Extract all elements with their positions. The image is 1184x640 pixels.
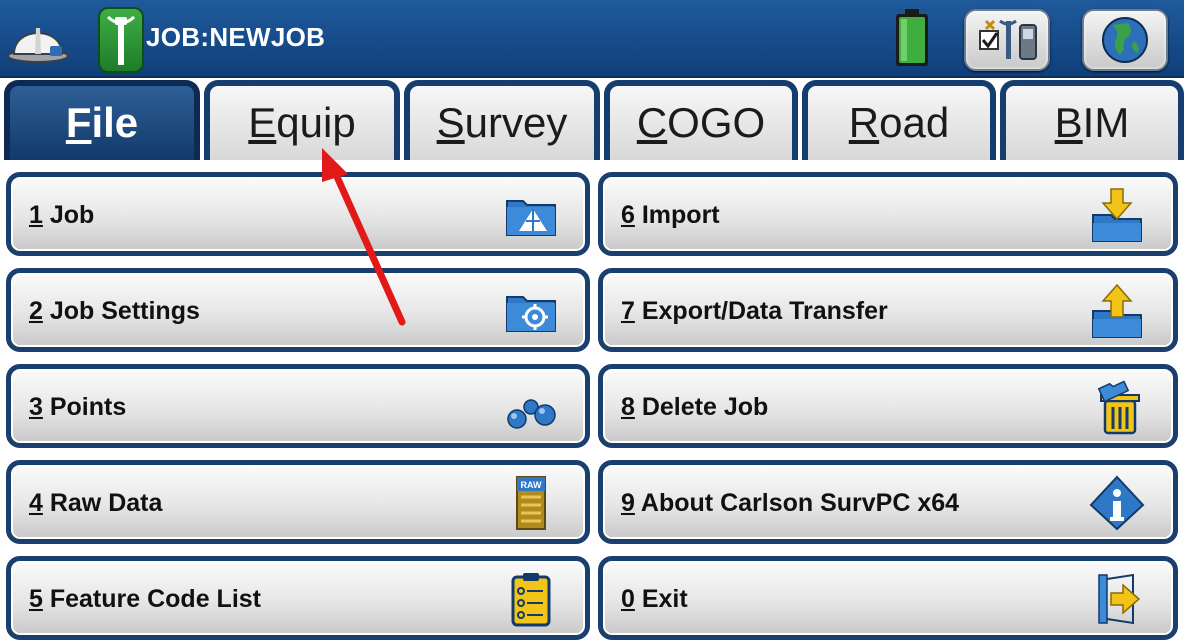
tab-cogo[interactable]: C OGO: [604, 80, 798, 160]
tab-road[interactable]: Road: [802, 80, 996, 160]
tab-equip-hotkey: E: [248, 99, 277, 146]
menu-button-export-data-transfer[interactable]: 7 Export/Data Transfer: [598, 268, 1178, 352]
menu-text: Feature Code List: [42, 585, 261, 613]
tab-survey-hotkey: S: [436, 99, 465, 146]
gps-antenna-icon: [106, 15, 136, 65]
menu-button-raw-data[interactable]: 4 Raw Data RAW: [6, 460, 590, 544]
file-menu-panel: 1 Job 2 Job Settings 3 Points 4 Raw Data…: [0, 164, 1184, 640]
tab-file-hotkey: F: [65, 99, 92, 146]
menu-button-about[interactable]: 9 About Carlson SurvPC x64: [598, 460, 1178, 544]
globe-button[interactable]: [1082, 9, 1168, 71]
menu-label: 2 Job Settings: [29, 297, 200, 326]
menu-hotkey: 1: [29, 201, 43, 229]
menu-hotkey: 6: [621, 201, 635, 229]
delete-job-icon: [1097, 380, 1140, 435]
menu-hotkey: 4: [29, 489, 43, 517]
menu-hotkey: 5: [29, 585, 43, 613]
menu-text: Points: [42, 393, 127, 421]
feature-code-list-icon: [511, 573, 551, 627]
menu-label: 7 Export/Data Transfer: [621, 297, 888, 326]
tab-survey-label: urvey: [464, 99, 568, 146]
menu-text: About Carlson SurvPC x64: [634, 489, 960, 517]
menu-label: 4 Raw Data: [29, 489, 162, 518]
menu-label: 3 Points: [29, 393, 126, 422]
menu-text: Raw Data: [42, 489, 163, 517]
tab-equip[interactable]: Equip: [204, 80, 400, 160]
menu-text: Job: [42, 201, 95, 229]
tab-survey[interactable]: Survey: [404, 80, 600, 160]
tab-bim-label: IM: [1082, 99, 1130, 146]
menu-text: Job Settings: [42, 297, 200, 325]
exit-icon: [1098, 573, 1141, 625]
tab-equip-label: quip: [276, 99, 356, 146]
about-info-icon: [1089, 475, 1145, 531]
menu-hotkey: 8: [621, 393, 635, 421]
menu-hotkey: 7: [621, 297, 635, 325]
tab-bim-hotkey: B: [1054, 99, 1083, 146]
menu-label: 9 About Carlson SurvPC x64: [621, 489, 959, 518]
tab-file-label: ile: [91, 99, 139, 146]
points-icon: [507, 399, 556, 429]
menu-hotkey: 2: [29, 297, 43, 325]
menu-label: 8 Delete Job: [621, 393, 768, 422]
menu-label: 5 Feature Code List: [29, 585, 261, 614]
menu-label: 0 Exit: [621, 585, 688, 614]
menu-button-exit[interactable]: 0 Exit: [598, 556, 1178, 640]
import-icon: [1092, 188, 1142, 242]
menu-text: Import: [634, 201, 720, 229]
menu-label: 1 Job: [29, 201, 94, 230]
menu-label: 6 Import: [621, 201, 720, 230]
menu-button-job[interactable]: 1 Job: [6, 172, 590, 256]
menu-hotkey: 0: [621, 585, 635, 613]
menu-text: Export/Data Transfer: [634, 297, 888, 325]
menu-hotkey: 9: [621, 489, 635, 517]
tab-cogo-hotkey: C: [636, 99, 668, 146]
job-settings-folder-icon: [506, 296, 556, 332]
equipment-status-button[interactable]: [964, 9, 1050, 71]
menu-button-job-settings[interactable]: 2 Job Settings: [6, 268, 590, 352]
menu-text: Exit: [634, 585, 688, 613]
hardhat-icon[interactable]: [6, 12, 70, 64]
menu-button-feature-code-list[interactable]: 5 Feature Code List: [6, 556, 590, 640]
title-bar: JOB:NEWJOB: [0, 0, 1184, 78]
tab-bar: File Equip Survey C OGO Road B IM: [0, 78, 1184, 164]
battery-icon[interactable]: [894, 8, 930, 68]
tab-bim[interactable]: B IM: [1000, 80, 1184, 160]
raw-data-icon: RAW: [516, 476, 546, 530]
tab-road-hotkey: R: [848, 99, 880, 146]
export-icon: [1092, 283, 1142, 338]
tab-file[interactable]: File: [4, 80, 200, 160]
menu-hotkey: 3: [29, 393, 43, 421]
job-title: JOB:NEWJOB: [146, 22, 326, 52]
tab-cogo-label: OGO: [667, 99, 766, 146]
raw-icon-text: RAW: [521, 480, 543, 490]
globe-icon: [1102, 17, 1148, 63]
tab-road-label: oad: [879, 99, 950, 146]
menu-button-points[interactable]: 3 Points: [6, 364, 590, 448]
job-folder-icon: [506, 200, 556, 236]
menu-text: Delete Job: [634, 393, 769, 421]
menu-button-delete-job[interactable]: 8 Delete Job: [598, 364, 1178, 448]
gps-antenna-button[interactable]: [98, 7, 144, 73]
menu-button-import[interactable]: 6 Import: [598, 172, 1178, 256]
equipment-status-icon: [979, 19, 1037, 60]
